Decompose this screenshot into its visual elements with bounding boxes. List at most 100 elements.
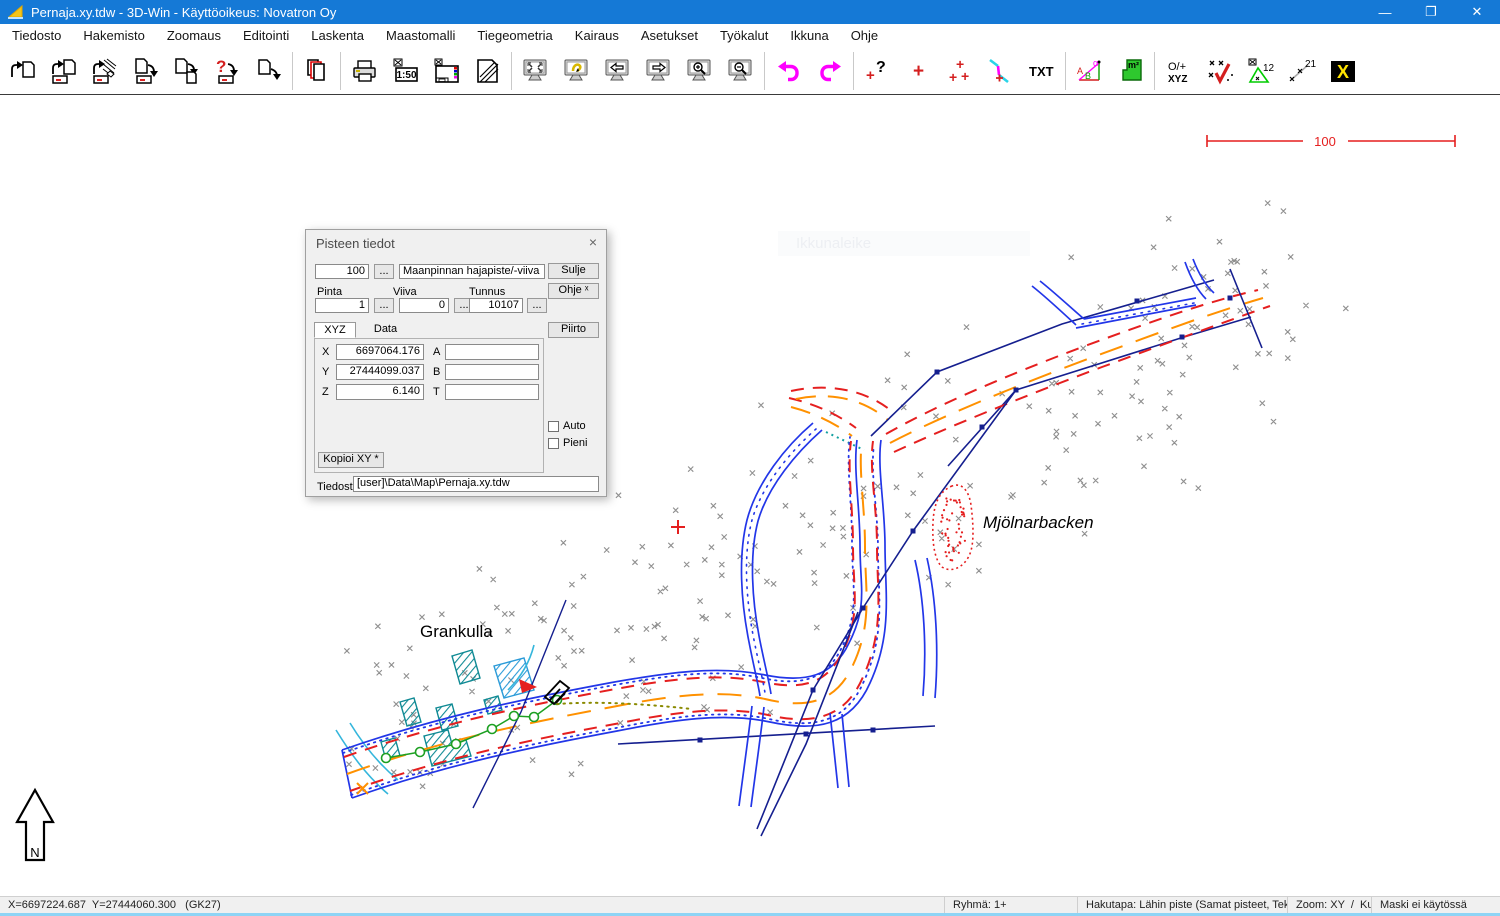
boundary-nodes (698, 296, 1233, 743)
edit-line-button[interactable] (980, 51, 1021, 91)
menu-asetukset[interactable]: Asetukset (630, 24, 709, 48)
svg-text:12: 12 (1263, 63, 1275, 74)
menu-kairaus[interactable]: Kairaus (564, 24, 630, 48)
map-canvas[interactable]: Grankulla Mjölnarbacken 100 N Ikkunaleik… (0, 97, 1500, 896)
b-field[interactable] (445, 364, 539, 380)
hatch-settings-button[interactable] (467, 51, 508, 91)
y-field[interactable]: 27444099.037 (336, 364, 424, 380)
print-button[interactable] (344, 51, 385, 91)
plot-settings-button[interactable] (426, 51, 467, 91)
minimize-button[interactable]: — (1362, 0, 1408, 24)
area-calc-button[interactable]: m² (1110, 51, 1151, 91)
menu-bar: Tiedosto Hakemisto Zoomaus Editointi Las… (0, 24, 1500, 48)
toolbar: ? 1:50 +? + +++ TXT ABα m² O/+XYZ 12 21 … (0, 48, 1500, 95)
toolbar-separator (340, 52, 341, 90)
copy-pages-button[interactable] (296, 51, 337, 91)
menu-zoomaus[interactable]: Zoomaus (156, 24, 232, 48)
toolbar-separator (764, 52, 765, 90)
a-field[interactable] (445, 344, 539, 360)
north-arrow: N (17, 790, 53, 860)
z-field[interactable]: 6.140 (336, 384, 424, 400)
dialog-close-icon[interactable]: × (589, 235, 597, 249)
triangle-calc-button[interactable]: ABα (1069, 51, 1110, 91)
ditch-line (751, 707, 764, 807)
viiva-field[interactable]: 0 (399, 298, 449, 313)
svg-text:X: X (1336, 62, 1348, 82)
save-as-button[interactable] (166, 51, 207, 91)
view-back-button[interactable] (597, 51, 638, 91)
code-desc-field[interactable]: Maanpinnan hajapiste/-viiva (399, 264, 545, 279)
menu-editointi[interactable]: Editointi (232, 24, 300, 48)
checkbox-box[interactable] (548, 438, 559, 449)
triangle-model-button[interactable]: 12 (1240, 51, 1281, 91)
ghost-window-text: Ikkunaleike (778, 231, 1030, 256)
pan-view-button[interactable] (556, 51, 597, 91)
a-label: A (433, 346, 440, 358)
menu-tiegeometria[interactable]: Tiegeometria (466, 24, 563, 48)
outcrop-dots (940, 497, 966, 561)
zoom-in-button[interactable] (679, 51, 720, 91)
pinta-browse-button[interactable]: ... (374, 298, 394, 313)
tiedosto-field[interactable]: [user]\Data\Map\Pernaja.xy.tdw (353, 476, 599, 492)
tab-xyz[interactable]: XYZ (314, 322, 356, 338)
map-label-mjolnarbacken: Mjölnarbacken (983, 513, 1094, 532)
t-field[interactable] (445, 384, 539, 400)
scale-settings-button[interactable]: 1:50 (385, 51, 426, 91)
sulje-button[interactable]: Sulje (548, 263, 599, 279)
svg-text:21: 21 (1305, 59, 1316, 70)
x-field[interactable]: 6697064.176 (336, 344, 424, 360)
boundary-line (1230, 269, 1262, 348)
menu-tyokalut[interactable]: Työkalut (709, 24, 779, 48)
status-coordinates: X=6697224.687 Y=27444060.300 (GK27) (0, 897, 945, 913)
zoom-extents-button[interactable] (515, 51, 556, 91)
status-mask: Maski ei käytössä (1372, 897, 1500, 913)
teal-buildings (381, 650, 502, 766)
point-numbering-button[interactable]: 21 (1281, 51, 1322, 91)
point-info-dialog: Pisteen tiedot × 100 ... Maanpinnan haja… (305, 229, 607, 497)
view-forward-button[interactable] (638, 51, 679, 91)
coord-settings-button[interactable]: O/+XYZ (1158, 51, 1199, 91)
zoom-out-button[interactable] (720, 51, 761, 91)
tunnus-browse-button[interactable]: ... (527, 298, 547, 313)
open-hatch-button[interactable] (84, 51, 125, 91)
dialog-title[interactable]: Pisteen tiedot (306, 230, 606, 256)
auto-checkbox[interactable]: Auto (548, 420, 586, 432)
close-button[interactable]: ✕ (1454, 0, 1500, 24)
x-label: X (322, 346, 329, 358)
map-label-grankulla: Grankulla (420, 622, 493, 641)
tunnus-field[interactable]: 10107 (469, 298, 523, 313)
save-file-button[interactable] (125, 51, 166, 91)
menu-laskenta[interactable]: Laskenta (300, 24, 375, 48)
code-field[interactable]: 100 (315, 264, 369, 279)
pieni-checkbox[interactable]: Pieni (548, 437, 587, 449)
ohje-button[interactable]: Ohje ˣ (548, 283, 599, 299)
kopioi-xy-button[interactable]: Kopioi XY * (318, 452, 384, 468)
b-label: B (433, 366, 440, 378)
open-file-button[interactable] (2, 51, 43, 91)
menu-tiedosto[interactable]: Tiedosto (1, 24, 72, 48)
add-points-button[interactable]: +++ (939, 51, 980, 91)
add-point-button[interactable]: + (898, 51, 939, 91)
ditch-line (842, 714, 849, 787)
tab-data[interactable]: Data (358, 322, 413, 338)
undo-button[interactable] (768, 51, 809, 91)
pinta-field[interactable]: 1 (315, 298, 369, 313)
code-browse-button[interactable]: ... (374, 264, 394, 279)
maximize-button[interactable]: ❐ (1408, 0, 1454, 24)
point-check-button[interactable] (1199, 51, 1240, 91)
menu-hakemisto[interactable]: Hakemisto (72, 24, 155, 48)
exit-app-button[interactable]: X (1322, 51, 1363, 91)
piirto-button[interactable]: Piirto (548, 322, 599, 338)
menu-maastomalli[interactable]: Maastomalli (375, 24, 466, 48)
checkbox-box[interactable] (548, 421, 559, 432)
teal-dotted-line (826, 432, 864, 450)
menu-ikkuna[interactable]: Ikkuna (779, 24, 839, 48)
add-text-button[interactable]: TXT (1021, 51, 1062, 91)
redo-button[interactable] (809, 51, 850, 91)
point-query-button[interactable]: +? (857, 51, 898, 91)
query-save-button[interactable]: ? (207, 51, 248, 91)
export-file-button[interactable] (248, 51, 289, 91)
junction-red (789, 398, 856, 428)
open-file-save-button[interactable] (43, 51, 84, 91)
menu-ohje[interactable]: Ohje (840, 24, 889, 48)
